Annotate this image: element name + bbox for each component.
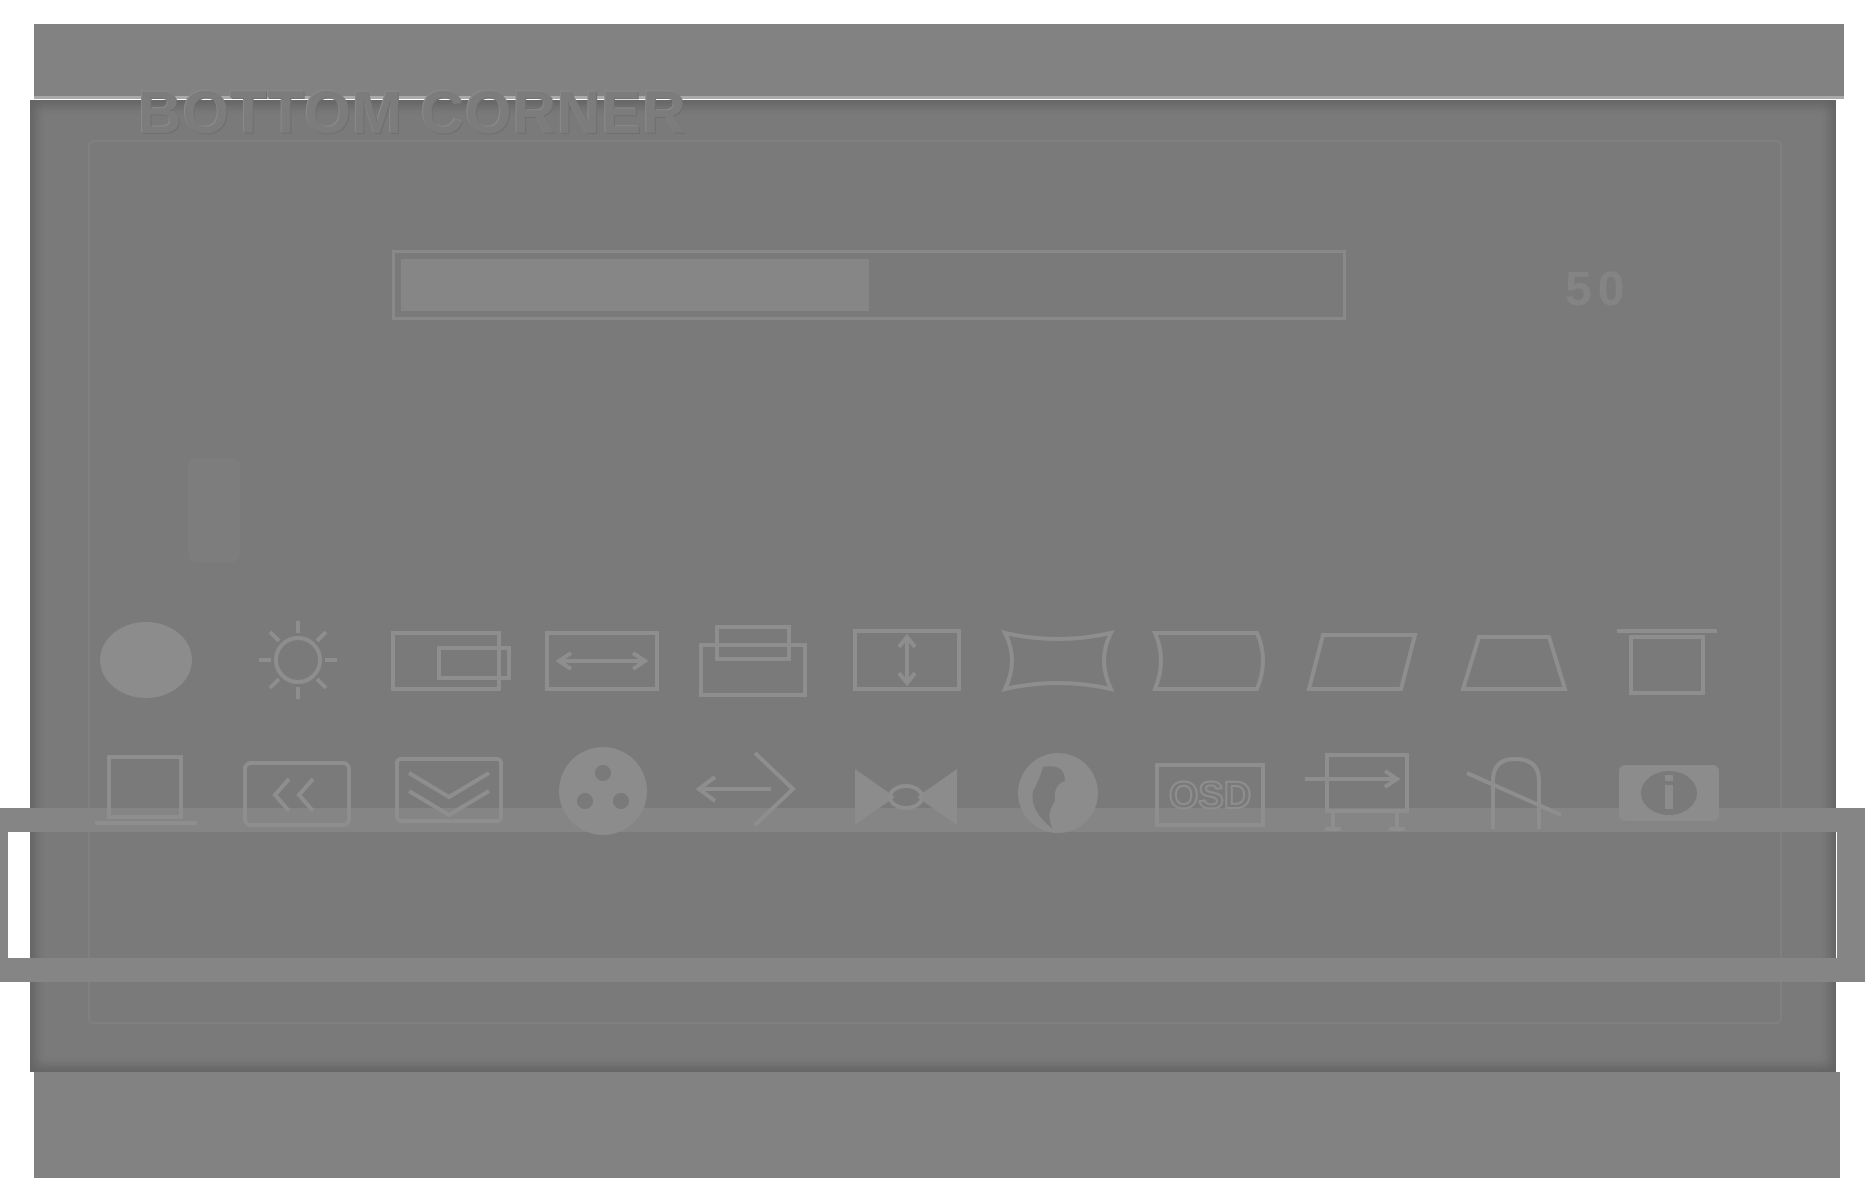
vertical-moire-icon[interactable] bbox=[374, 740, 526, 840]
color-icon[interactable] bbox=[526, 740, 678, 840]
bottom-corner-slider[interactable] bbox=[392, 250, 1346, 320]
recall-icon[interactable] bbox=[678, 740, 830, 840]
trapezoid-icon[interactable] bbox=[1438, 610, 1590, 710]
svg-text:OSD: OSD bbox=[1169, 775, 1251, 817]
slider-value: 50 bbox=[1565, 263, 1631, 316]
pin-balance-icon[interactable] bbox=[1134, 610, 1286, 710]
degauss-icon[interactable] bbox=[830, 740, 982, 840]
icon-row-2: OSD bbox=[70, 735, 1742, 845]
icon-row-1 bbox=[70, 605, 1742, 715]
rotation-icon[interactable] bbox=[1438, 740, 1590, 840]
language-icon[interactable] bbox=[982, 740, 1134, 840]
geometry-icon[interactable] bbox=[1286, 740, 1438, 840]
top-corner-icon[interactable] bbox=[1590, 610, 1742, 710]
selection-band-left bbox=[0, 832, 8, 958]
slider-fill bbox=[401, 259, 869, 311]
bottom-corner-icon[interactable] bbox=[70, 740, 222, 840]
horizontal-position-icon[interactable] bbox=[374, 610, 526, 710]
horizontal-moire-icon[interactable] bbox=[222, 740, 374, 840]
brightness-icon[interactable] bbox=[222, 610, 374, 710]
selection-band-right bbox=[1837, 832, 1865, 958]
bottom-band bbox=[34, 1072, 1840, 1178]
vertical-position-icon[interactable] bbox=[678, 610, 830, 710]
pincushion-icon[interactable] bbox=[982, 610, 1134, 710]
osd-title: BOTTOM CORNER bbox=[138, 79, 687, 146]
parallelogram-icon[interactable] bbox=[1286, 610, 1438, 710]
vertical-size-icon[interactable] bbox=[830, 610, 982, 710]
ghost-cursor bbox=[188, 458, 240, 562]
selection-band-bottom bbox=[0, 958, 1865, 982]
horizontal-size-icon[interactable] bbox=[526, 610, 678, 710]
osd-panel bbox=[30, 100, 1836, 1072]
osd-position-icon[interactable]: OSD bbox=[1134, 740, 1286, 840]
contrast-icon[interactable] bbox=[70, 610, 222, 710]
information-icon[interactable] bbox=[1590, 740, 1742, 840]
